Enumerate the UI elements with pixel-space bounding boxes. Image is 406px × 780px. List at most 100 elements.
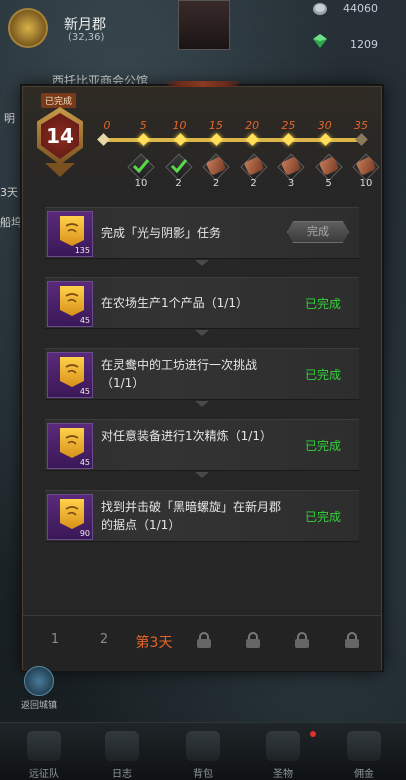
task-description: 在农场生产1个产品（1/1） bbox=[101, 296, 248, 310]
reward-count: 2 bbox=[175, 178, 182, 189]
lock-icon[interactable] bbox=[295, 632, 309, 648]
green-gem-icon bbox=[313, 34, 327, 48]
city-coordinates: (32,36) bbox=[68, 32, 105, 43]
reward-chest[interactable]: 2 bbox=[202, 153, 230, 191]
track-milestone-marker bbox=[173, 133, 187, 146]
side-chip-1[interactable]: 明 bbox=[4, 110, 15, 126]
completed-tag: 已完成 bbox=[41, 93, 77, 108]
nav-item[interactable]: 佣金 bbox=[334, 731, 394, 780]
silver-amount: 44060 bbox=[343, 2, 378, 15]
tick-label: 15 bbox=[208, 119, 223, 132]
reward-count: 2 bbox=[212, 178, 220, 189]
reward-count: 3 bbox=[287, 178, 295, 189]
reward-chest[interactable]: 2 bbox=[239, 153, 268, 191]
bag-icon bbox=[186, 731, 220, 761]
task-row: 45 在灵鸯中的工坊进行一次挑战（1/1） 已完成 bbox=[45, 348, 359, 400]
reward-chest[interactable]: 10 bbox=[127, 153, 155, 191]
track-milestone-marker bbox=[282, 133, 296, 146]
banner-flag-icon bbox=[60, 357, 84, 387]
row-divider bbox=[195, 330, 209, 336]
task-row: 90 找到并击破「黑暗螺旋」在新月郡的据点（1/1） 已完成 bbox=[45, 490, 359, 542]
side-chip-dock[interactable]: 船坞 bbox=[0, 214, 22, 230]
top-bar: 新月郡 (32,36) 44060 1209 bbox=[0, 0, 406, 58]
reward-chest[interactable]: 2 bbox=[164, 153, 193, 191]
level-number: 14 bbox=[46, 124, 74, 148]
task-description: 完成「光与阴影」任务 bbox=[101, 226, 222, 240]
track-milestone-marker bbox=[318, 133, 332, 146]
nav-item[interactable]: 背包 bbox=[173, 731, 233, 780]
progress-track bbox=[97, 133, 368, 146]
task-status: 已完成 bbox=[304, 297, 341, 311]
hero-portrait[interactable] bbox=[178, 0, 230, 50]
task-status: 已完成 bbox=[304, 510, 341, 524]
banner-flag-icon bbox=[60, 499, 84, 529]
row-divider bbox=[195, 472, 209, 478]
task-points: 45 bbox=[79, 387, 90, 396]
banner-flag-icon bbox=[60, 216, 84, 246]
lock-icon[interactable] bbox=[345, 632, 359, 648]
bottom-navigation: 远征队 日志 背包 圣物 佣金 bbox=[0, 722, 406, 780]
row-divider bbox=[195, 260, 209, 266]
side-chip-2: 3天 bbox=[0, 186, 18, 199]
lock-icon[interactable] bbox=[246, 632, 260, 648]
reward-chest[interactable]: 3 bbox=[277, 153, 305, 191]
task-row: 45 对任意装备进行1次精炼（1/1） 已完成 bbox=[45, 419, 359, 471]
track-milestone-marker bbox=[355, 133, 368, 146]
task-description: 在灵鸯中的工坊进行一次挑战（1/1） bbox=[101, 358, 258, 390]
nav-item[interactable]: 圣物 bbox=[253, 731, 313, 780]
track-milestone-marker bbox=[137, 133, 151, 146]
row-divider bbox=[195, 401, 209, 407]
tick-label: 35 bbox=[354, 119, 368, 132]
nav-label: 日志 bbox=[112, 769, 132, 780]
track-milestone-marker bbox=[209, 133, 223, 146]
check-icon bbox=[170, 159, 187, 174]
city-emblem-icon[interactable] bbox=[8, 8, 48, 48]
tab-day-2[interactable]: 2 bbox=[84, 632, 124, 647]
task-points: 90 bbox=[79, 529, 90, 538]
task-points: 135 bbox=[74, 246, 90, 255]
tick-label: 5 bbox=[139, 119, 147, 132]
task-description: 找到并击破「黑暗螺旋」在新月郡的据点（1/1） bbox=[101, 500, 282, 532]
level-ribbon bbox=[45, 163, 75, 177]
complete-button[interactable]: 完成 bbox=[287, 221, 349, 243]
city-name: 新月郡 bbox=[64, 17, 106, 33]
nav-item[interactable]: 远征队 bbox=[14, 731, 74, 780]
silver-coin-icon bbox=[313, 3, 327, 15]
track-start-marker bbox=[97, 133, 110, 146]
reward-count: 5 bbox=[325, 178, 332, 189]
task-row: 135 完成「光与阴影」任务 完成 bbox=[45, 207, 359, 259]
reward-chest[interactable]: 5 bbox=[314, 153, 343, 191]
task-row: 45 在农场生产1个产品（1/1） 已完成 bbox=[45, 277, 359, 329]
return-town-button[interactable]: 返回城镇 bbox=[16, 666, 62, 711]
nav-item[interactable]: 日志 bbox=[92, 731, 152, 780]
task-points: 45 bbox=[79, 316, 90, 325]
nav-label: 圣物 bbox=[273, 769, 293, 780]
tick-label: 25 bbox=[281, 119, 296, 132]
track-milestone-marker bbox=[246, 133, 260, 146]
gem-amount: 1209 bbox=[350, 38, 378, 51]
relic-icon bbox=[266, 731, 300, 761]
reward-count: 10 bbox=[359, 178, 373, 189]
notification-dot bbox=[310, 731, 316, 737]
task-banner-icon: 45 bbox=[47, 281, 93, 327]
reward-chest[interactable]: 10 bbox=[352, 153, 380, 191]
swords-icon bbox=[347, 731, 381, 761]
task-banner-icon: 135 bbox=[47, 211, 93, 257]
tick-label: 10 bbox=[172, 119, 187, 132]
scroll-icon bbox=[105, 731, 139, 761]
banner-flag-icon bbox=[60, 428, 84, 458]
task-status: 已完成 bbox=[304, 368, 341, 382]
nav-label: 远征队 bbox=[29, 769, 59, 780]
tab-day-1[interactable]: 1 bbox=[35, 632, 75, 647]
tick-label: 0 bbox=[103, 119, 111, 132]
task-status: 已完成 bbox=[304, 439, 341, 453]
nav-label: 背包 bbox=[193, 769, 213, 780]
lock-icon[interactable] bbox=[197, 632, 211, 648]
daily-task-panel: 已完成 14 0 5 10 15 20 25 30 35 10 2 2 2 3 5 10 135 完成「光与… bbox=[22, 81, 382, 671]
tick-label: 20 bbox=[245, 119, 260, 132]
nav-label: 佣金 bbox=[354, 769, 374, 780]
tab-day-3[interactable]: 第3天 bbox=[134, 632, 174, 652]
progress-tick-labels: 0 5 10 15 20 25 30 35 bbox=[95, 119, 373, 133]
return-town-label: 返回城镇 bbox=[20, 701, 57, 711]
reward-count: 10 bbox=[134, 178, 148, 189]
